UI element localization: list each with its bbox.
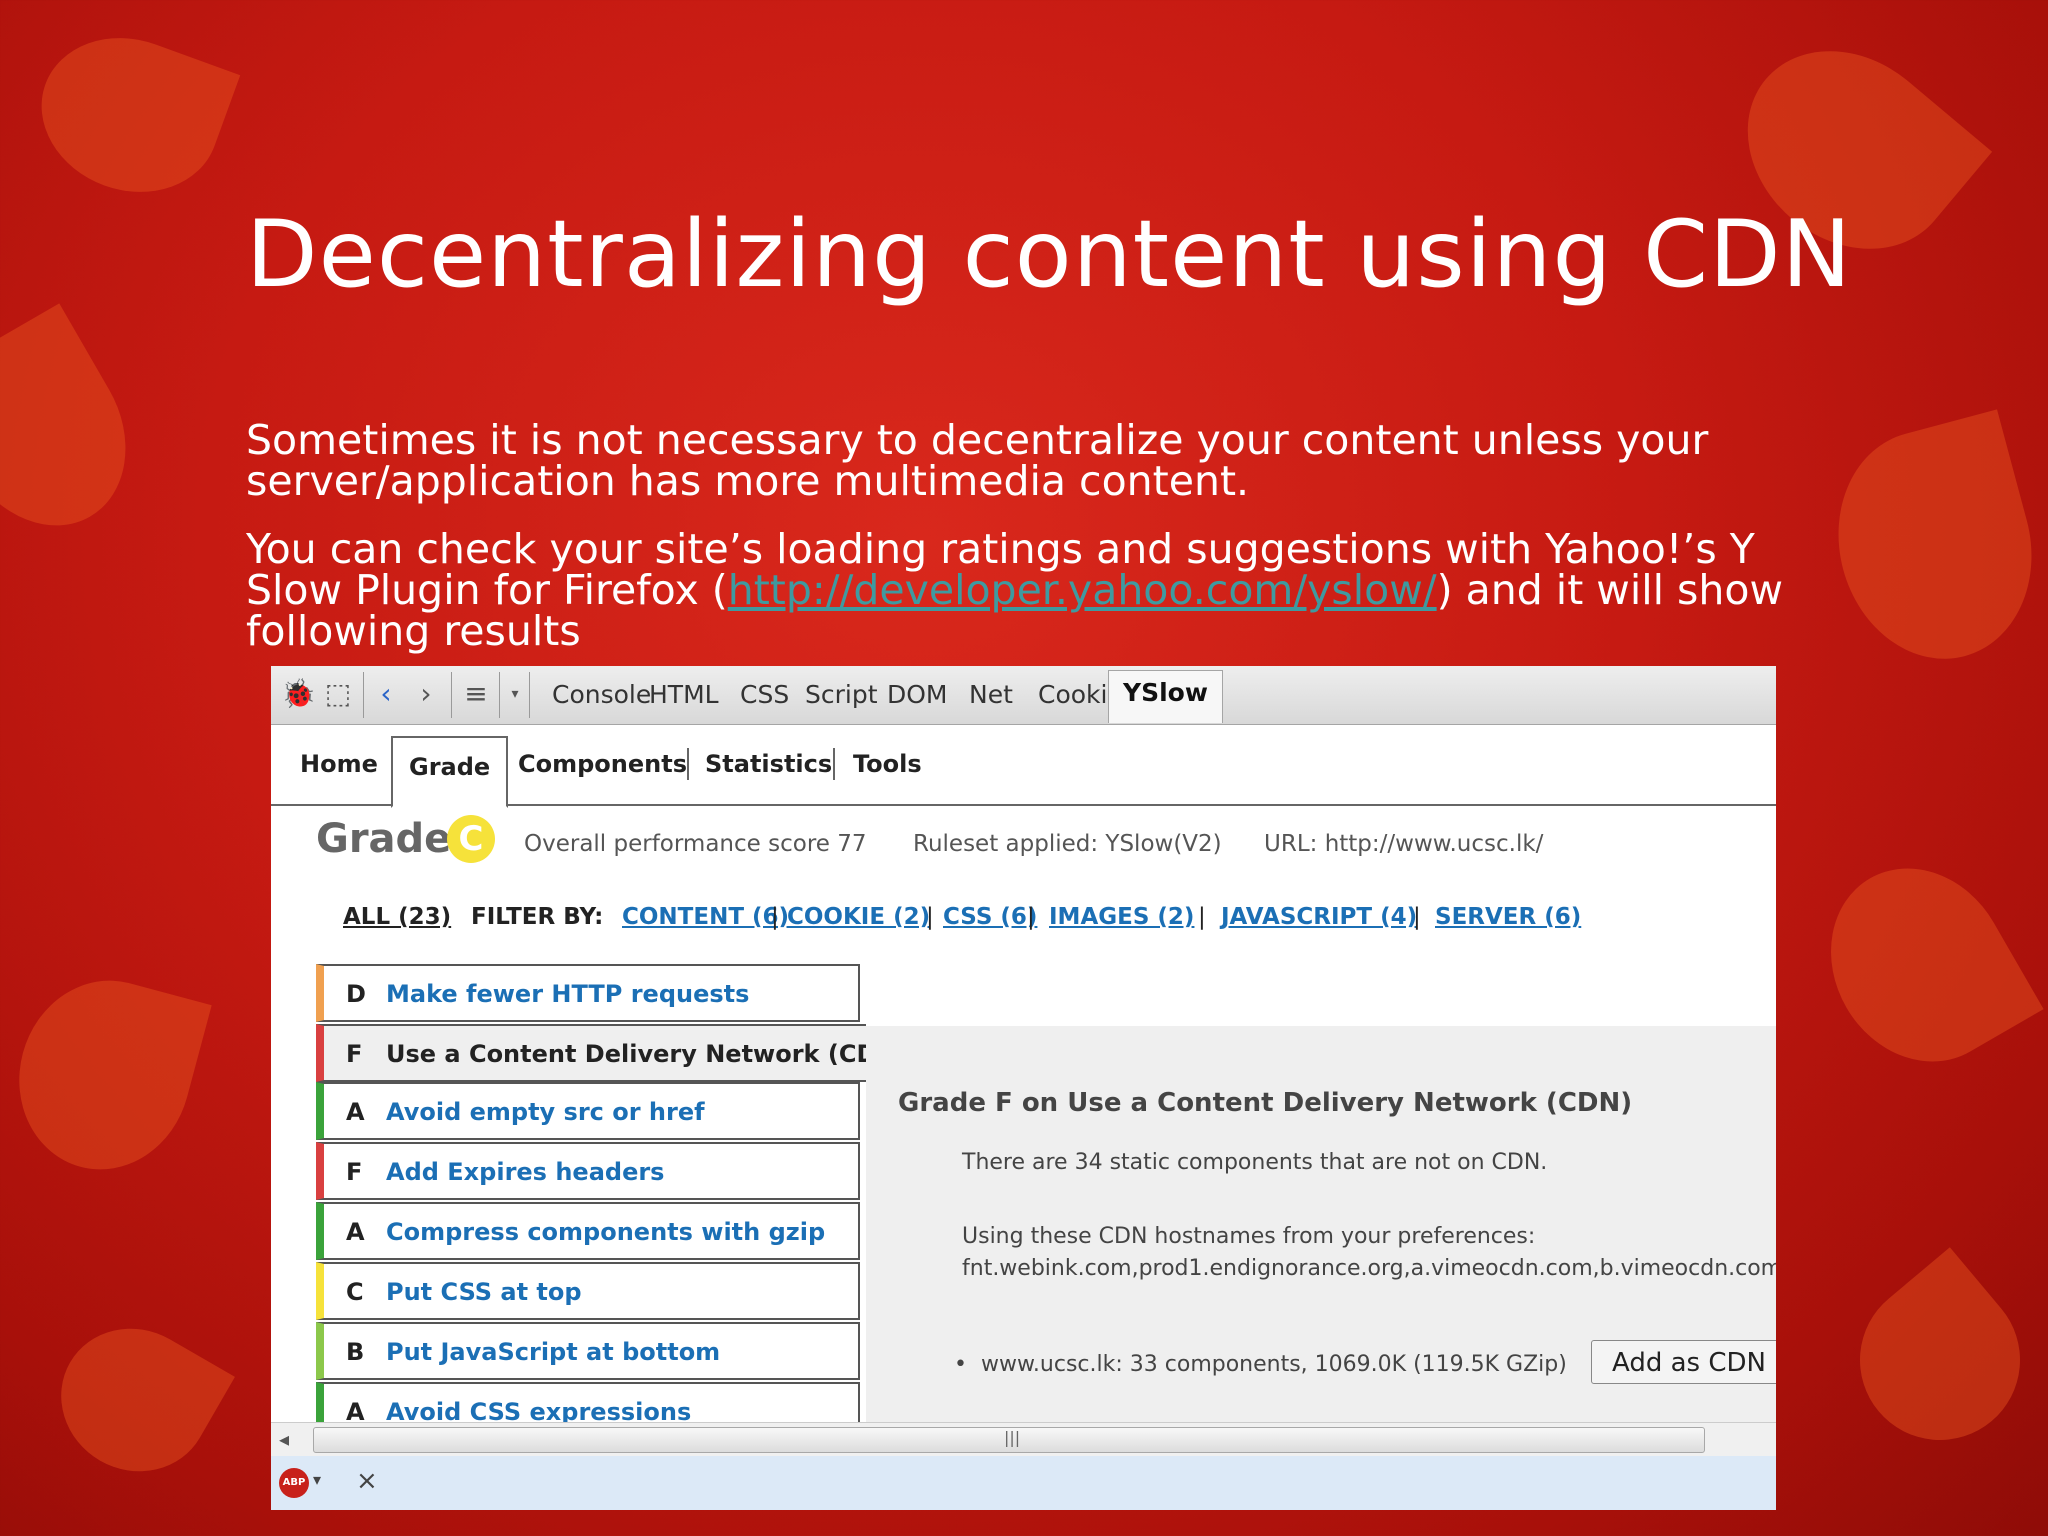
rule-title: Avoid empty src or href [386,1098,705,1126]
status-bar: ABP ▾ × [271,1456,1776,1510]
paragraph-2: You can check your site’s loading rating… [246,529,1846,652]
detail-hostnames: fnt.webink.com,prod1.endignorance.org,a.… [962,1256,1776,1281]
grade-label: Grade [316,816,452,862]
add-as-cdn-button[interactable]: Add as CDN [1591,1340,1776,1384]
filter-separator: | [1198,904,1206,930]
rules-list: D Make fewer HTTP requests F Use a Conte… [316,964,866,1424]
rule-detail-panel: Grade F on Use a Content Delivery Networ… [866,1026,1776,1426]
firebug-toolbar: 🐞 ⬚ ‹ › ≡ ▾ Console HTML CSS Script DOM … [271,666,1776,725]
toolbar-separator [529,672,530,718]
rule-item[interactable]: A Compress components with gzip [316,1202,860,1260]
tab-net[interactable]: Net [969,680,1013,709]
rule-title: Put JavaScript at bottom [386,1338,721,1366]
tab-css[interactable]: CSS [740,680,789,709]
detail-bullet: • www.ucsc.lk: 33 components, 1069.0K (1… [954,1352,1567,1377]
rule-grade: B [346,1338,365,1366]
rule-item[interactable]: B Put JavaScript at bottom [316,1322,860,1380]
rule-grade: F [346,1040,363,1068]
detail-bullet-text: www.ucsc.lk: 33 components, 1069.0K (119… [980,1352,1567,1377]
tab-tools[interactable]: Tools [853,750,922,778]
horizontal-scrollbar[interactable]: ◂ ||| [271,1422,1776,1457]
filter-css[interactable]: CSS (6) [943,904,1037,930]
menu-list-icon[interactable]: ≡ [459,676,493,712]
rule-title: Make fewer HTTP requests [386,980,750,1008]
overall-score: Overall performance score 77 [524,831,867,857]
tab-divider [687,748,689,780]
close-icon[interactable]: × [356,1466,378,1496]
rule-item[interactable]: A Avoid empty src or href [316,1082,860,1140]
filter-images[interactable]: IMAGES (2) [1049,904,1194,930]
tab-yslow[interactable]: YSlow [1108,670,1223,723]
tab-html[interactable]: HTML [649,680,719,709]
ruleset-applied: Ruleset applied: YSlow(V2) [913,831,1222,857]
chevron-down-icon[interactable]: ▾ [313,1470,321,1489]
tab-dom[interactable]: DOM [887,680,948,709]
filter-javascript[interactable]: JAVASCRIPT (4) [1221,904,1417,930]
filter-separator: | [1413,904,1421,930]
grip-icon: ||| [1004,1428,1021,1447]
yslow-screenshot: 🐞 ⬚ ‹ › ≡ ▾ Console HTML CSS Script DOM … [271,666,1776,1510]
adblock-plus-icon[interactable]: ABP [279,1468,309,1498]
filter-all[interactable]: ALL (23) [343,904,451,930]
rule-item[interactable]: A Avoid CSS expressions [316,1382,860,1424]
rule-item[interactable]: F Add Expires headers [316,1142,860,1200]
detail-line: Using these CDN hostnames from your pref… [962,1224,1536,1249]
tab-divider [833,748,835,780]
scroll-left-arrow-icon[interactable]: ◂ [279,1427,289,1451]
inspect-element-icon[interactable]: ⬚ [321,676,355,712]
rule-item[interactable]: C Put CSS at top [316,1262,860,1320]
back-arrow-icon[interactable]: ‹ [369,676,403,712]
toolbar-separator [451,672,452,718]
firebug-bug-icon[interactable]: 🐞 [281,676,316,712]
rule-item[interactable]: D Make fewer HTTP requests [316,964,860,1022]
url-info: URL: http://www.ucsc.lk/ [1264,831,1544,857]
tab-grade[interactable]: Grade [391,736,509,808]
yslow-link[interactable]: http://developer.yahoo.com/yslow/ [728,566,1437,614]
filter-server[interactable]: SERVER (6) [1435,904,1581,930]
yslow-tabbar: Home Grade Components Statistics Tools [271,724,1776,808]
slide-body: Sometimes it is not necessary to decentr… [246,420,1846,679]
toolbar-separator [363,672,364,718]
tab-script[interactable]: Script [805,680,878,709]
rule-title: Use a Content Delivery Network (CDN) [386,1040,866,1068]
dropdown-caret-icon[interactable]: ▾ [503,676,527,712]
tab-statistics[interactable]: Statistics [705,750,832,778]
tab-components[interactable]: Components [518,750,687,778]
grade-badge: C [447,815,495,863]
tab-console[interactable]: Console [552,680,651,709]
rule-grade: D [346,980,366,1008]
detail-line: There are 34 static components that are … [962,1150,1548,1175]
filter-separator: | [926,904,934,930]
filter-cookie[interactable]: COOKIE (2) [787,904,930,930]
rule-grade: F [346,1158,363,1186]
rule-grade: A [346,1098,365,1126]
filter-content[interactable]: CONTENT (6) [622,904,789,930]
rule-title: Compress components with gzip [386,1218,826,1246]
toolbar-separator [499,672,500,718]
scrollbar-thumb[interactable]: ||| [313,1427,1705,1453]
paragraph-1: Sometimes it is not necessary to decentr… [246,416,1709,505]
tab-home[interactable]: Home [300,750,378,778]
detail-title: Grade F on Use a Content Delivery Networ… [898,1088,1633,1118]
rule-grade: C [346,1278,364,1306]
filter-separator: | [1027,904,1035,930]
filter-by-label: FILTER BY: [471,904,604,930]
slide-title: Decentralizing content using CDN [246,200,1853,308]
rule-title: Add Expires headers [386,1158,665,1186]
forward-arrow-icon[interactable]: › [409,676,443,712]
rule-title: Put CSS at top [386,1278,582,1306]
rule-grade: A [346,1218,365,1246]
rule-title: Avoid CSS expressions [386,1398,692,1424]
rule-grade: A [346,1398,365,1424]
rule-item-selected[interactable]: F Use a Content Delivery Network (CDN) [316,1024,866,1082]
filter-separator: | [771,904,779,930]
